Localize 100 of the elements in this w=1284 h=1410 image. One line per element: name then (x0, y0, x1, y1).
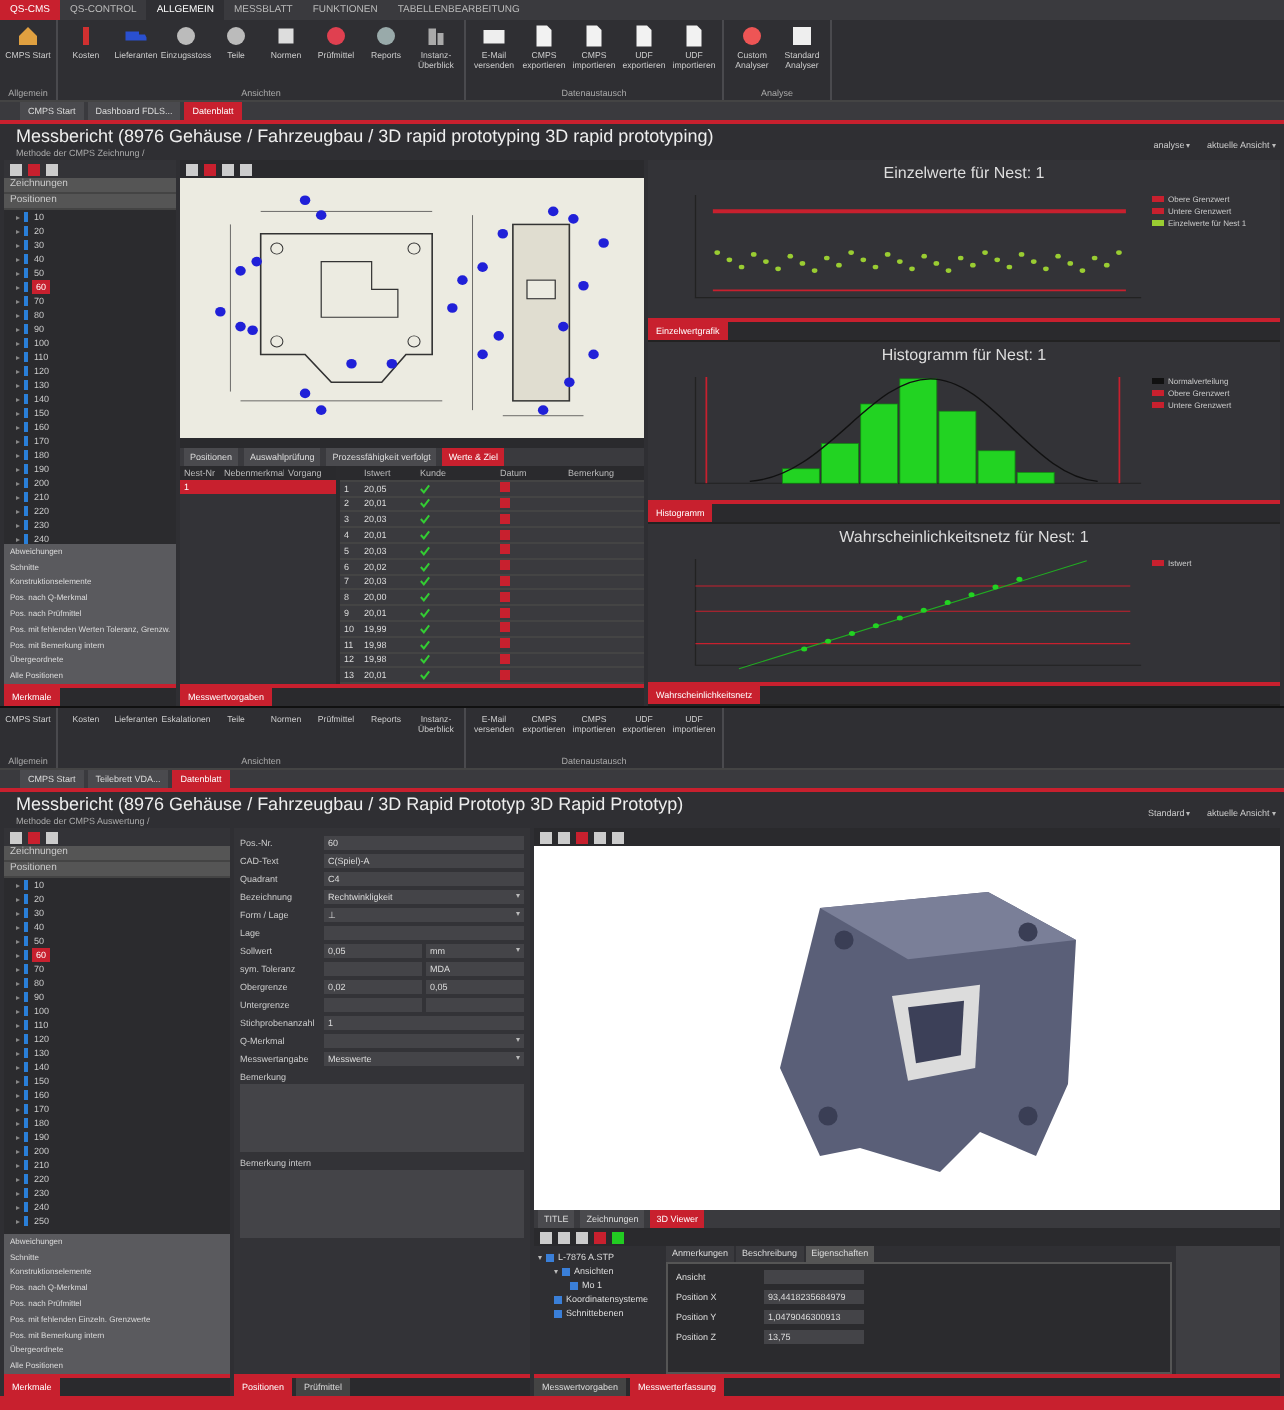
data-point (1043, 266, 1049, 272)
node-icon (546, 1253, 554, 1261)
data-point (970, 262, 976, 268)
node-icon (570, 1281, 578, 1289)
data-point (775, 266, 781, 272)
marker-icon (24, 1020, 28, 1030)
node-icon (554, 1295, 562, 1303)
data-point (944, 600, 951, 606)
marker-icon (24, 992, 28, 1002)
marker-icon (24, 1160, 28, 1170)
data-point (823, 255, 830, 261)
marker-icon (24, 936, 28, 946)
marker-icon (24, 1146, 28, 1156)
marker-icon (24, 408, 28, 418)
chart-title: Wahrscheinlichkeitsnetz für Nest: 1 (837, 526, 1091, 550)
data-point (992, 584, 999, 590)
marker-icon (24, 310, 28, 320)
data-point (1091, 255, 1098, 261)
house-icon (16, 24, 40, 48)
caret-icon (516, 1056, 520, 1060)
marker-icon (24, 1048, 28, 1058)
marker-icon (24, 212, 28, 222)
data-point (738, 264, 745, 270)
data-point (750, 252, 757, 257)
marker-icon (24, 922, 28, 932)
marker-icon (24, 380, 28, 390)
caret-icon (516, 912, 520, 916)
report-title: Messbericht (8976 Gehäuse / Fahrzeugbau / 3D Rapid Prototyp 3D Rapid Prototyp) (16, 792, 684, 816)
data-point (872, 623, 879, 629)
marker-icon (24, 1118, 28, 1128)
marker-icon (24, 478, 28, 488)
marker-icon (24, 1034, 28, 1044)
node-icon (562, 1267, 570, 1275)
envelope-icon (482, 24, 506, 48)
marker-icon (24, 950, 28, 960)
marker-icon (24, 978, 28, 988)
limit-line (705, 376, 708, 484)
data-point (1018, 252, 1025, 257)
building-icon (424, 24, 448, 48)
document-icon (582, 24, 606, 48)
data-point (763, 259, 769, 264)
data-point (896, 615, 903, 621)
data-point (872, 264, 879, 270)
marker-icon (24, 1076, 28, 1086)
marker-icon (24, 226, 28, 236)
marker-icon (24, 450, 28, 460)
square-icon (274, 24, 298, 48)
marker-icon (24, 492, 28, 502)
data-point (1030, 259, 1037, 264)
marker-icon (24, 254, 28, 264)
data-point (1067, 261, 1074, 266)
data-point (968, 592, 975, 598)
document-icon (532, 24, 556, 48)
caret-icon (516, 948, 520, 952)
marker-icon (24, 296, 28, 306)
data-point (799, 261, 806, 266)
data-point (909, 266, 915, 272)
data-point (714, 250, 721, 255)
marker-icon (24, 1188, 28, 1198)
caret-icon (1186, 811, 1191, 816)
marker-icon (24, 324, 28, 334)
marker-icon (24, 268, 28, 278)
marker-icon (24, 894, 28, 904)
marker-icon (24, 1090, 28, 1100)
marker-icon (24, 1174, 28, 1184)
input-field[interactable] (764, 1270, 864, 1284)
marker-icon (24, 394, 28, 404)
data-point (1006, 264, 1013, 270)
data-point (920, 607, 927, 613)
marker-icon (24, 1104, 28, 1114)
marker-icon (24, 1132, 28, 1142)
marker-icon (24, 464, 28, 474)
data-point (848, 250, 854, 255)
data-point (933, 261, 940, 266)
marker-icon (24, 908, 28, 918)
caret-icon (516, 894, 520, 898)
marker-icon (24, 352, 28, 362)
data-point (957, 255, 964, 261)
marker-icon (24, 436, 28, 446)
chart-title: Einzelwerte für Nest: 1 (881, 162, 1047, 186)
marker-icon (24, 240, 28, 250)
report-title: Messbericht (8976 Gehäuse / Fahrzeugbau / 3D rapid prototyping 3D rapid prototyping) (16, 124, 714, 148)
marker-icon (24, 1216, 28, 1226)
circle-icon (374, 24, 398, 48)
data-point (801, 646, 808, 652)
marker-icon (24, 366, 28, 376)
side-panel (1176, 1246, 1280, 1374)
limit-line (1118, 376, 1121, 484)
caret-icon (1186, 143, 1191, 148)
marker-icon (24, 1202, 28, 1212)
data-point (982, 250, 988, 255)
marker-icon (24, 1006, 28, 1016)
marker-icon (24, 338, 28, 348)
chart-title: Histogramm für Nest: 1 (879, 344, 1049, 368)
marker-icon (24, 964, 28, 974)
caret-icon (1272, 811, 1276, 816)
marker-icon (24, 506, 28, 516)
marker-icon (24, 880, 28, 890)
data-point (1016, 576, 1023, 582)
data-point (884, 252, 891, 257)
